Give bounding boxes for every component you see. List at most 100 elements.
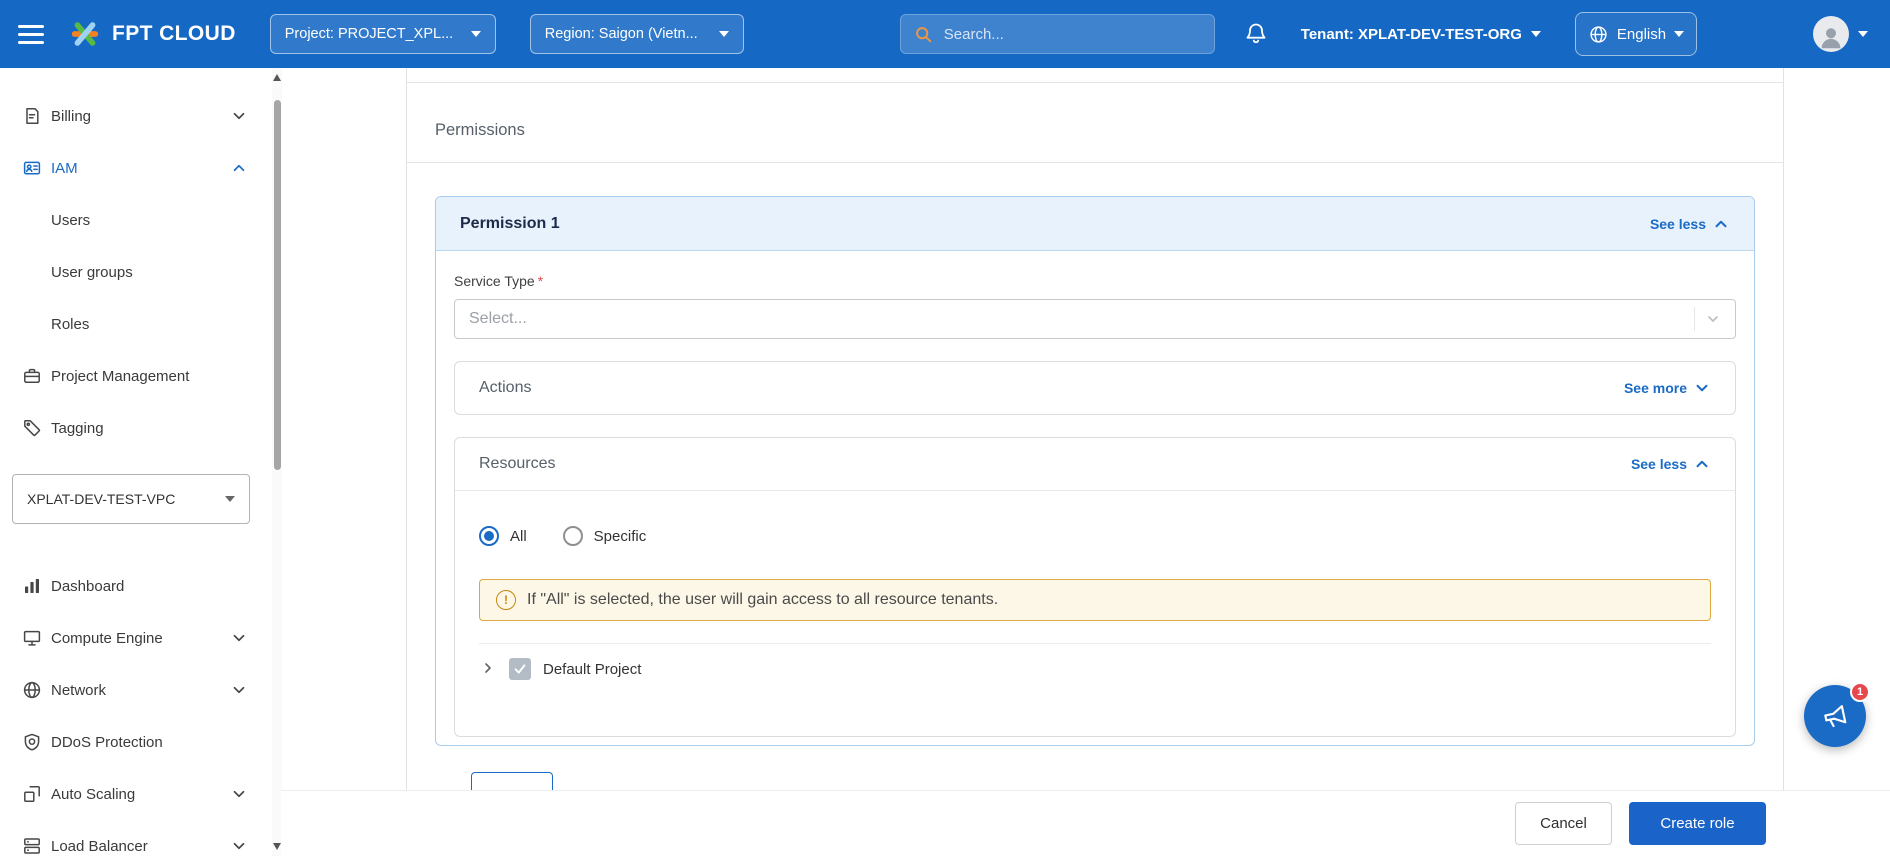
globe-icon	[1588, 24, 1609, 45]
resources-see-less-button[interactable]: See less	[1631, 455, 1711, 473]
dashboard-icon	[22, 576, 42, 596]
permission-card-header: Permission 1 See less	[436, 197, 1754, 251]
sidebar-item-compute-engine[interactable]: Compute Engine	[0, 612, 272, 664]
sidebar-item-label: Roles	[51, 316, 89, 333]
region-selector-label: Region: Saigon (Vietn...	[545, 26, 698, 42]
actions-section: Actions See more	[454, 361, 1736, 415]
required-asterisk: *	[538, 273, 543, 289]
sidebar-item-label: User groups	[51, 264, 133, 281]
app-root: FPT CLOUD Project: PROJECT_XPL... Region…	[0, 0, 1890, 856]
create-role-button[interactable]: Create role	[1629, 802, 1766, 845]
check-icon	[512, 661, 528, 677]
permission-title: Permission 1	[460, 215, 560, 233]
resources-header: Resources See less	[455, 438, 1735, 491]
fpt-cloud-logo[interactable]: FPT CLOUD	[68, 17, 236, 51]
warning-text: If "All" is selected, the user will gain…	[527, 591, 998, 609]
service-type-select[interactable]: Select...	[454, 299, 1736, 339]
sidebar-item-user-groups[interactable]: User groups	[0, 246, 272, 298]
announcements-fab[interactable]: 1	[1804, 685, 1866, 747]
radio-all[interactable]: All	[479, 526, 527, 546]
sidebar-item-label: Dashboard	[51, 578, 124, 595]
see-more-label: See more	[1624, 380, 1687, 396]
project-selector-label: Project: PROJECT_XPL...	[285, 26, 453, 42]
sidebar-item-label: Network	[51, 682, 106, 699]
project-selector[interactable]: Project: PROJECT_XPL...	[270, 14, 496, 54]
sidebar-item-label: Load Balancer	[51, 838, 148, 855]
sidebar-item-roles[interactable]: Roles	[0, 298, 272, 350]
see-less-button[interactable]: See less	[1650, 215, 1730, 233]
tenant-selector[interactable]: Tenant: XPLAT-DEV-TEST-ORG	[1301, 26, 1541, 43]
radio-specific[interactable]: Specific	[563, 526, 647, 546]
expand-chevron-right-icon[interactable]	[479, 660, 497, 678]
caret-down-icon	[1858, 31, 1868, 37]
cancel-button[interactable]: Cancel	[1515, 802, 1612, 845]
network-globe-icon	[22, 680, 42, 700]
menu-icon[interactable]	[18, 25, 44, 44]
permissions-heading: Permissions	[407, 83, 1783, 162]
vpc-selector[interactable]: XPLAT-DEV-TEST-VPC	[12, 474, 250, 524]
scrollbar-down-arrow[interactable]	[273, 843, 281, 850]
radio-selected-icon	[479, 526, 499, 546]
sidebar-item-label: Auto Scaling	[51, 786, 135, 803]
language-selector[interactable]: English	[1575, 12, 1697, 56]
sidebar-item-label: Tagging	[51, 420, 104, 437]
see-less-label: See less	[1631, 456, 1687, 472]
notifications-bell-icon[interactable]	[1241, 19, 1271, 49]
resource-scope-radio-group: All Specific	[479, 521, 1711, 551]
sidebar-scrollbar[interactable]	[272, 68, 282, 856]
sidebar-item-network[interactable]: Network	[0, 664, 272, 716]
chevron-down-icon	[230, 785, 248, 803]
actions-label: Actions	[479, 379, 531, 397]
language-label: English	[1617, 26, 1666, 43]
megaphone-icon	[1820, 701, 1850, 731]
caret-down-icon	[471, 31, 481, 37]
scrollbar-up-arrow[interactable]	[273, 74, 281, 81]
sidebar-item-label: Project Management	[51, 368, 189, 385]
caret-down-icon	[719, 31, 729, 37]
permission-card-body: Service Type* Select... Actions See more	[436, 251, 1754, 745]
scrollbar-thumb[interactable]	[274, 100, 281, 470]
create-role-form-card: Permissions Permission 1 See less Servic…	[406, 68, 1784, 856]
service-type-label: Service Type*	[454, 273, 1736, 289]
caret-down-icon	[1531, 31, 1541, 37]
user-menu[interactable]	[1813, 16, 1868, 52]
sidebar-item-auto-scaling[interactable]: Auto Scaling	[0, 768, 272, 820]
chevron-down-icon	[230, 107, 248, 125]
sidebar-item-load-balancer[interactable]: Load Balancer	[0, 820, 272, 856]
see-less-label: See less	[1650, 216, 1706, 232]
search-box[interactable]	[900, 14, 1215, 54]
resources-section: Resources See less All	[454, 437, 1736, 737]
sidebar-item-label: Billing	[51, 108, 91, 125]
sidebar-item-tagging[interactable]: Tagging	[0, 402, 272, 454]
resources-body: All Specific ! If "All" is selected, the…	[455, 491, 1735, 736]
sidebar-item-project-management[interactable]: Project Management	[0, 350, 272, 402]
sidebar-item-dashboard[interactable]: Dashboard	[0, 560, 272, 612]
footer-action-bar: Cancel Create role	[281, 790, 1890, 856]
vpc-selector-value: XPLAT-DEV-TEST-VPC	[27, 491, 175, 507]
see-more-button[interactable]: See more	[1624, 379, 1711, 397]
main-content: Permissions Permission 1 See less Servic…	[281, 68, 1890, 856]
region-selector[interactable]: Region: Saigon (Vietn...	[530, 14, 744, 54]
chevron-right-icon	[480, 660, 496, 676]
iam-icon	[22, 158, 42, 178]
radio-all-label: All	[510, 528, 527, 545]
warning-icon: !	[496, 590, 516, 610]
chevron-up-icon	[230, 159, 248, 177]
top-navbar: FPT CLOUD Project: PROJECT_XPL... Region…	[0, 0, 1890, 68]
sidebar-item-users[interactable]: Users	[0, 194, 272, 246]
bell-icon	[1244, 21, 1268, 45]
tag-icon	[22, 418, 42, 438]
sidebar-item-label: IAM	[51, 160, 78, 177]
sidebar-item-billing[interactable]: Billing	[0, 90, 272, 142]
radio-unselected-icon	[563, 526, 583, 546]
permission-card: Permission 1 See less Service Type* Sele…	[435, 196, 1755, 746]
sidebar-item-iam[interactable]: IAM	[0, 142, 272, 194]
sidebar-item-ddos-protection[interactable]: DDoS Protection	[0, 716, 272, 768]
chevron-down-icon	[230, 629, 248, 647]
sidebar-item-label: DDoS Protection	[51, 734, 163, 751]
default-project-checkbox[interactable]	[509, 658, 531, 680]
radio-specific-label: Specific	[594, 528, 647, 545]
search-input[interactable]	[944, 26, 1202, 43]
chevron-down-icon	[1705, 311, 1721, 327]
chevron-down-icon	[230, 681, 248, 699]
